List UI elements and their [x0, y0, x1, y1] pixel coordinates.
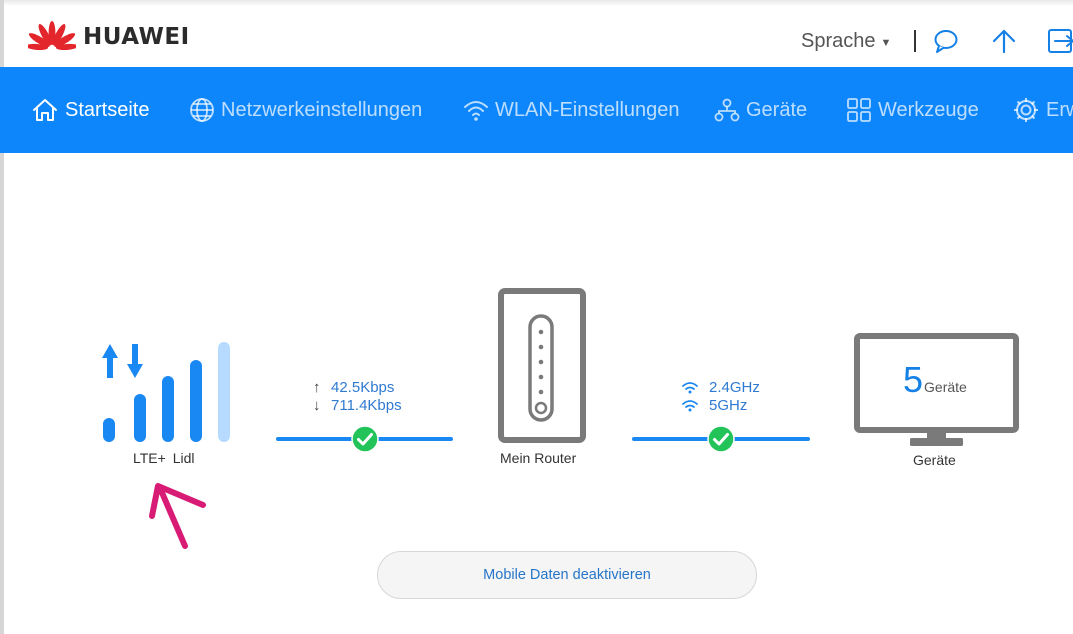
- nav-label: WLAN-Einstellungen: [495, 98, 680, 121]
- brand-name: HUAWEI: [83, 24, 190, 50]
- upload-rate: ↑ 42.5Kbps: [313, 379, 394, 397]
- upload-rate-value: 42.5Kbps: [331, 379, 395, 396]
- wlan-status-check-icon: [707, 425, 735, 453]
- wifi-icon: [682, 382, 698, 394]
- nav-werkzeuge[interactable]: Werkzeuge: [846, 67, 979, 153]
- tools-icon: [847, 98, 871, 122]
- huawei-flower-icon: [28, 21, 76, 51]
- devices-icon: [714, 98, 740, 122]
- globe-icon: [190, 98, 214, 122]
- top-header: HUAWEI Sprache ▼: [0, 0, 1073, 68]
- wifi-band-5: 5GHz: [681, 397, 747, 415]
- download-rate-value: 711.4Kbps: [331, 397, 402, 414]
- language-label: Sprache: [801, 30, 876, 52]
- logout-icon[interactable]: [1047, 27, 1073, 55]
- nav-label: Netzwerkeinstellungen: [221, 98, 423, 121]
- main-nav: Startseite Netzwerkeinstellungen WLAN-Ei…: [0, 67, 1073, 153]
- device-count-unit: Geräte: [924, 379, 967, 395]
- nav-label: Werkzeuge: [878, 98, 979, 121]
- nav-geraete[interactable]: Geräte: [714, 67, 807, 153]
- deactivate-mobile-data-button[interactable]: Mobile Daten deaktivieren: [377, 551, 757, 599]
- chat-icon[interactable]: [932, 27, 960, 55]
- router-label: Mein Router: [500, 450, 577, 466]
- router-icon[interactable]: [497, 288, 587, 443]
- nav-startseite[interactable]: Startseite: [31, 67, 149, 153]
- signal-strength-icon[interactable]: [100, 342, 232, 444]
- wifi-icon: [682, 400, 698, 412]
- nav-wlan-einstellungen[interactable]: WLAN-Einstellungen: [463, 67, 680, 153]
- nav-label: Erw: [1046, 98, 1073, 121]
- upload-icon[interactable]: [990, 27, 1018, 55]
- language-dropdown[interactable]: Sprache ▼: [801, 30, 891, 53]
- data-transfer-arrows-icon: [102, 344, 143, 378]
- network-operator-label: LTE+ Lidl: [133, 450, 195, 466]
- settings-icon: [1014, 98, 1038, 122]
- devices-label: Geräte: [913, 452, 956, 468]
- huawei-logo[interactable]: HUAWEI: [28, 20, 190, 54]
- device-count-number: 5: [903, 359, 924, 400]
- nav-label: Startseite: [65, 98, 150, 121]
- wifi-band-5-label: 5GHz: [709, 397, 748, 414]
- header-divider: [914, 30, 916, 52]
- arrow-down-icon: ↓: [313, 397, 321, 414]
- caret-down-icon: ▼: [880, 36, 892, 49]
- download-rate: ↓ 711.4Kbps: [313, 397, 402, 415]
- nav-netzwerkeinstellungen[interactable]: Netzwerkeinstellungen: [189, 67, 422, 153]
- nav-label: Geräte: [746, 98, 808, 121]
- home-icon: [33, 99, 57, 121]
- wifi-band-24: 2.4GHz: [681, 379, 760, 397]
- wifi-icon: [464, 101, 488, 121]
- device-count[interactable]: 5 Geräte: [903, 362, 967, 398]
- nav-erweitert[interactable]: Erw: [1012, 67, 1073, 153]
- wan-status-check-icon: [351, 425, 379, 453]
- arrow-up-icon: ↑: [313, 379, 321, 396]
- annotation-arrow-icon: [149, 483, 206, 549]
- wifi-band-24-label: 2.4GHz: [709, 379, 760, 396]
